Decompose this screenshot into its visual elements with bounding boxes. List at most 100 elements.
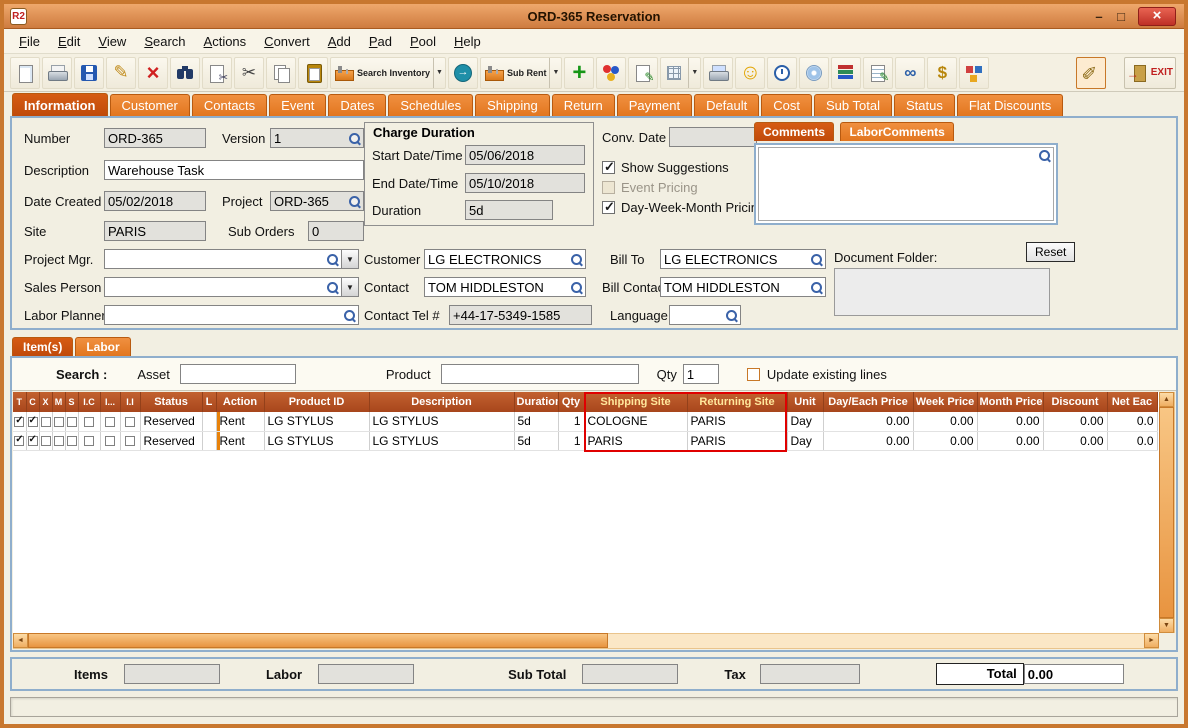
minimize-button[interactable] [1088,9,1110,24]
duration-field[interactable] [465,200,553,220]
menu-convert[interactable]: Convert [255,31,319,52]
tab-payment[interactable]: Payment [616,94,693,116]
conv-date-field[interactable] [669,127,757,147]
vscroll-up-button[interactable]: ▲ [1159,392,1174,407]
column-header-t[interactable]: T [13,392,27,412]
copy-button[interactable] [266,56,296,89]
day-week-month-checkbox[interactable] [602,199,615,215]
row-1-discount[interactable]: 0.00 [1043,412,1108,432]
document-folder-box[interactable] [834,268,1050,316]
row-2-description[interactable]: LG STYLUS [369,431,515,451]
hscroll-right-button[interactable]: ► [1144,633,1159,648]
row-1-flag-c[interactable] [26,412,40,432]
row-1-net-each[interactable]: 0.0 [1107,412,1158,432]
row-2-day-each-price[interactable]: 0.00 [823,431,914,451]
language-search-icon[interactable] [725,309,738,322]
column-header-product-id[interactable]: Product ID [264,392,370,412]
row-2-flag-c[interactable] [26,431,40,451]
comments-textarea[interactable] [758,147,1054,221]
row-2-flag-t[interactable] [13,431,27,451]
row-2-flag-x[interactable] [39,431,53,451]
column-header-day-each-price[interactable]: Day/Each Price [823,392,914,412]
menu-help[interactable]: Help [445,31,490,52]
item-row-2[interactable]: ReservedRentLG STYLUSLG STYLUS5d1PARISPA… [13,431,1158,451]
column-header-shipping-site[interactable]: Shipping Site [584,392,688,412]
menu-actions[interactable]: Actions [195,31,256,52]
column-header-c[interactable]: C [26,392,40,412]
delete-button[interactable] [138,56,168,89]
add-item-button[interactable] [564,56,595,89]
catalog-books-button[interactable] [831,56,862,89]
tab-labor[interactable]: Labor [75,337,131,356]
column-header-l[interactable]: L [202,392,217,412]
tax-field[interactable] [759,664,860,684]
item-grid[interactable]: T C X M S I.C I... I.I Status L Action Product ID De… [13,392,1158,451]
version-search-icon[interactable] [348,132,361,145]
find-binoculars-button[interactable] [170,56,200,89]
reset-button[interactable]: Reset [1026,242,1076,262]
project-mgr-dropdown[interactable]: ▼ [342,249,359,269]
number-field[interactable] [104,128,206,148]
sales-person-search-icon[interactable] [326,281,339,294]
hscroll-thumb[interactable] [28,633,608,648]
contact-tel-field[interactable] [449,305,592,325]
project-search-icon[interactable] [348,195,361,208]
row-2-net-each[interactable]: 0.0 [1107,431,1158,451]
tab-cost[interactable]: Cost [761,94,812,116]
edit-note-button[interactable] [628,56,659,89]
cut-scissors-button[interactable] [234,56,264,89]
bill-to-search-icon[interactable] [810,253,823,266]
event-pricing-checkbox[interactable] [602,181,615,194]
tab-default[interactable]: Default [694,94,760,116]
connect-link-button[interactable] [895,56,926,89]
total-value-field[interactable] [1023,664,1124,684]
site-field[interactable] [104,221,206,241]
column-header-discount[interactable]: Discount [1043,392,1108,412]
tab-dates[interactable]: Dates [328,94,387,116]
bill-contact-search-icon[interactable] [810,281,823,294]
exit-button[interactable]: EXIT [1123,56,1176,89]
update-existing-lines-checkbox[interactable] [746,367,760,381]
financials-money-button[interactable] [927,56,958,89]
row-2-unit[interactable]: Day [787,431,824,451]
row-1-flag-m[interactable] [52,412,66,432]
project-mgr-field[interactable] [104,249,342,269]
contact-search-icon[interactable] [570,281,583,294]
row-2-month-price[interactable]: 0.00 [977,431,1044,451]
row-2-qty[interactable]: 1 [558,431,585,451]
row-1-shipping-site[interactable]: COLOGNE [584,412,688,432]
tab-information[interactable]: Information [12,93,108,116]
sales-person-dropdown[interactable]: ▼ [342,277,359,297]
sub-total-field[interactable] [582,664,679,684]
sub-rent-dropdown[interactable]: ▼ [549,57,559,88]
column-header-returning-site[interactable]: Returning Site [687,392,788,412]
row-2-l[interactable] [202,431,217,451]
sub-rent-button[interactable]: Sub Rent ▼ [479,56,563,89]
menu-pool[interactable]: Pool [401,31,445,52]
column-header-m[interactable]: M [52,392,66,412]
tab-return[interactable]: Return [551,94,615,116]
row-1-returning-site[interactable]: PARIS [687,412,788,432]
labor-planner-field[interactable] [104,305,359,325]
search-inventory-button[interactable]: Search Inventory ▼ [330,56,446,89]
row-2-flag-m[interactable] [52,431,66,451]
qty-input[interactable] [682,364,719,384]
column-header-month-price[interactable]: Month Price [977,392,1044,412]
row-2-flag-i-[interactable] [100,431,121,451]
row-1-flag-i-i[interactable] [120,412,141,432]
bill-to-field[interactable] [660,249,826,269]
row-2-discount[interactable]: 0.00 [1043,431,1108,451]
cut-document-button[interactable] [202,56,232,89]
column-header-i-c[interactable]: I.C [78,392,101,412]
row-2-flag-i-c[interactable] [78,431,101,451]
row-2-action[interactable]: Rent [216,431,265,451]
packages-cubes-button[interactable] [959,56,990,89]
row-1-flag-i-c[interactable] [78,412,101,432]
tab-labor-comments[interactable]: LaborComments [840,122,954,141]
row-1-flag-t[interactable] [13,412,27,432]
tab-schedules[interactable]: Schedules [388,94,474,116]
row-1-qty[interactable]: 1 [558,412,585,432]
menu-search[interactable]: Search [135,31,194,52]
tab-contacts[interactable]: Contacts [191,94,268,116]
edit-pencil-button[interactable] [106,56,136,89]
